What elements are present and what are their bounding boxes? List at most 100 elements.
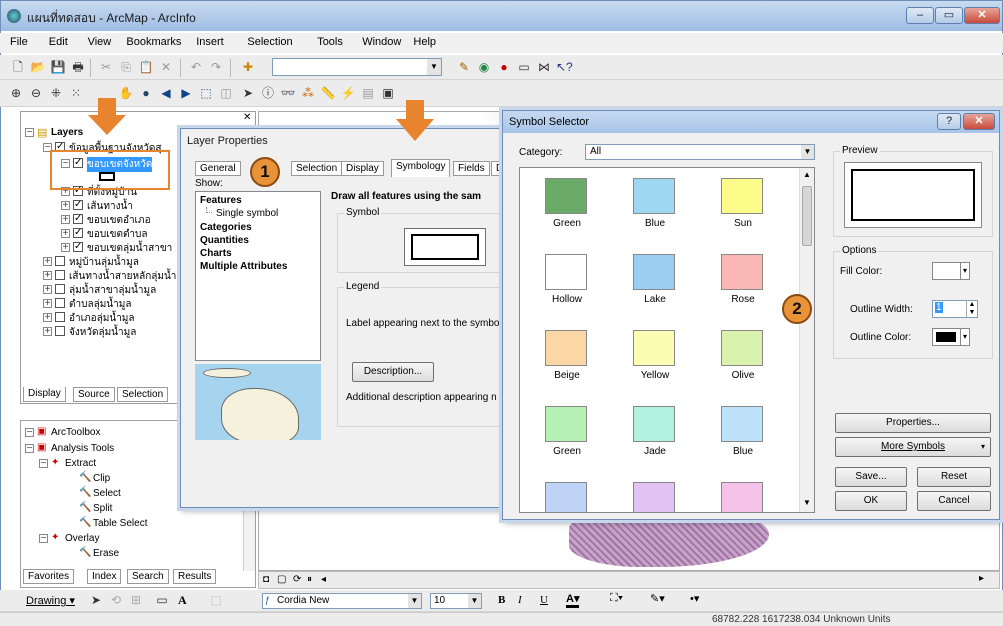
menu-tools[interactable]: Tools bbox=[317, 36, 343, 48]
clear-selection-icon[interactable]: ◫ bbox=[218, 85, 234, 101]
layer-label[interactable]: ตำบลลุ่มน้ำมูล bbox=[69, 297, 131, 312]
bold-button[interactable]: B bbox=[498, 594, 505, 606]
toc-tab-source[interactable]: Source bbox=[73, 387, 115, 402]
cut-icon[interactable]: ✂ bbox=[98, 59, 114, 75]
expand-toggle-icon[interactable]: + bbox=[43, 257, 52, 267]
forward-icon[interactable]: ▶ bbox=[178, 85, 194, 101]
show-item-features[interactable]: Features bbox=[200, 195, 242, 206]
symbol-swatch-item[interactable]: Lake bbox=[612, 248, 698, 324]
outline-width-value[interactable]: 1 bbox=[935, 302, 943, 313]
expand-toggle-icon[interactable]: − bbox=[25, 428, 34, 438]
layer-checkbox[interactable] bbox=[55, 298, 65, 308]
chevron-down-icon[interactable]: ▾ bbox=[981, 442, 985, 451]
python-icon[interactable]: ⋈ bbox=[536, 59, 552, 75]
copy-icon[interactable]: ⎘ bbox=[118, 59, 134, 75]
callout-icon[interactable]: ⬚ bbox=[208, 592, 224, 608]
pan-icon[interactable]: ✋ bbox=[118, 85, 134, 101]
expand-toggle-icon[interactable]: + bbox=[43, 285, 52, 295]
help-arrow-icon[interactable]: ↖? bbox=[556, 59, 573, 75]
tab-selection[interactable]: Selection bbox=[291, 161, 343, 176]
toolbox-item[interactable]: Analysis Tools bbox=[51, 443, 114, 454]
scale-combo[interactable]: ▼ bbox=[272, 58, 442, 76]
symbol-swatch-button[interactable] bbox=[404, 228, 486, 266]
menu-window[interactable]: Window bbox=[362, 36, 401, 48]
symbol-swatch-item[interactable] bbox=[700, 476, 786, 512]
select-features-icon[interactable]: ⬚ bbox=[198, 85, 214, 101]
toc-tab-display[interactable]: Display bbox=[23, 387, 66, 402]
toolbox-item[interactable]: Table Select bbox=[93, 518, 147, 529]
symbol-swatch-item[interactable]: Green bbox=[524, 400, 610, 476]
toolbox-item[interactable]: Extract bbox=[65, 458, 96, 469]
symbol-swatch-item[interactable]: Sun bbox=[700, 172, 786, 248]
menu-insert[interactable]: Insert bbox=[196, 36, 224, 48]
select-elements-icon[interactable]: ➤ bbox=[88, 592, 104, 608]
more-symbols-button[interactable]: More Symbols bbox=[835, 437, 991, 457]
open-icon[interactable]: 📂 bbox=[30, 59, 46, 75]
toolbox-tab-search[interactable]: Search bbox=[127, 569, 169, 584]
save-icon[interactable]: 💾 bbox=[50, 59, 66, 75]
window-icon[interactable]: ▭ bbox=[516, 59, 532, 75]
new-text-tool[interactable]: A bbox=[178, 593, 187, 608]
fixed-zoom-out-icon[interactable]: ⁙ bbox=[68, 85, 84, 101]
menu-edit[interactable]: Edit bbox=[49, 36, 68, 48]
layout-view-icon[interactable]: ▢ bbox=[277, 574, 286, 585]
zoom-in-icon[interactable]: ⊕ bbox=[8, 85, 24, 101]
ok-button[interactable]: OK bbox=[835, 491, 907, 511]
fill-color-icon[interactable]: ⛶▾ bbox=[610, 592, 623, 605]
expand-toggle-icon[interactable]: + bbox=[43, 327, 52, 337]
show-item-charts[interactable]: Charts bbox=[200, 248, 232, 259]
fill-color-picker[interactable]: ▾ bbox=[932, 262, 970, 280]
tab-display[interactable]: Display bbox=[341, 161, 384, 176]
layer-label[interactable]: ขอบเขตอำเภอ bbox=[87, 213, 151, 228]
marker-color-icon[interactable]: •▾ bbox=[690, 592, 699, 605]
menu-bookmarks[interactable]: Bookmarks bbox=[126, 36, 181, 48]
pause-icon[interactable]: ⏸ bbox=[307, 574, 312, 585]
menu-help[interactable]: Help bbox=[413, 36, 436, 48]
close-button[interactable]: ✕ bbox=[963, 113, 995, 130]
symbol-swatch-item[interactable]: Olive bbox=[700, 324, 786, 400]
time-slider-icon[interactable]: ▣ bbox=[380, 85, 396, 101]
add-data-icon[interactable]: ✚ bbox=[240, 59, 256, 75]
reset-button[interactable]: Reset bbox=[917, 467, 991, 487]
expand-toggle-icon[interactable]: + bbox=[61, 243, 70, 253]
layer-checkbox[interactable]: ✓ bbox=[73, 242, 83, 252]
layer-label[interactable]: ขอบเขตตำบล bbox=[87, 227, 148, 242]
measure-icon[interactable]: 📏 bbox=[320, 85, 336, 101]
close-button[interactable]: ✕ bbox=[964, 7, 1000, 24]
globe-icon[interactable]: ◉ bbox=[476, 59, 492, 75]
chevron-down-icon[interactable]: ▼ bbox=[801, 145, 814, 159]
tab-symbology[interactable]: Symbology bbox=[391, 159, 451, 177]
expand-toggle-icon[interactable]: − bbox=[39, 459, 48, 469]
symbol-swatch-item[interactable]: Hollow bbox=[524, 248, 610, 324]
toolbox-tab-favorites[interactable]: Favorites bbox=[23, 569, 75, 584]
back-icon[interactable]: ◀ bbox=[158, 85, 174, 101]
toolbox-item[interactable]: Clip bbox=[93, 473, 110, 484]
symbol-swatch-item[interactable]: Beige bbox=[524, 324, 610, 400]
minimize-button[interactable]: – bbox=[906, 7, 934, 24]
line-color-icon[interactable]: ✎▾ bbox=[650, 592, 665, 605]
toolbox-item[interactable]: Select bbox=[93, 488, 121, 499]
expand-toggle-icon[interactable]: + bbox=[43, 313, 52, 323]
toolbox-tab-index[interactable]: Index bbox=[87, 569, 122, 584]
layer-label[interactable]: เส้นทางน้ำ bbox=[87, 199, 133, 214]
font-color-icon[interactable]: A▾ bbox=[566, 592, 580, 608]
html-popup-icon[interactable]: ▤ bbox=[360, 85, 376, 101]
spinner-arrows-icon[interactable]: ▲ ▼ bbox=[966, 301, 977, 317]
save-button[interactable]: Save... bbox=[835, 467, 907, 487]
symbol-swatch-item[interactable] bbox=[524, 476, 610, 512]
layer-checkbox[interactable] bbox=[55, 256, 65, 266]
fixed-zoom-in-icon[interactable]: ⁜ bbox=[48, 85, 64, 101]
tab-general[interactable]: General bbox=[195, 161, 241, 176]
font-name-combo[interactable]: ƒ Cordia New ▼ bbox=[262, 593, 422, 609]
layer-label[interactable]: ลุ่มน้ำสาขาลุ่มน้ำมูล bbox=[69, 283, 156, 298]
expand-toggle-icon[interactable]: + bbox=[61, 229, 70, 239]
layer-label[interactable]: ขอบเขตลุ่มน้ำสาขา bbox=[87, 241, 172, 256]
symbol-swatch-item[interactable] bbox=[612, 476, 698, 512]
symbol-swatch-item[interactable]: Yellow bbox=[612, 324, 698, 400]
expand-toggle-icon[interactable]: + bbox=[43, 271, 52, 281]
tab-fields[interactable]: Fields bbox=[453, 161, 490, 176]
chevron-down-icon[interactable]: ▾ bbox=[960, 263, 969, 279]
underline-button[interactable]: U bbox=[540, 594, 548, 606]
layer-checkbox[interactable]: ✓ bbox=[73, 214, 83, 224]
symbol-swatch-item[interactable]: Blue bbox=[612, 172, 698, 248]
